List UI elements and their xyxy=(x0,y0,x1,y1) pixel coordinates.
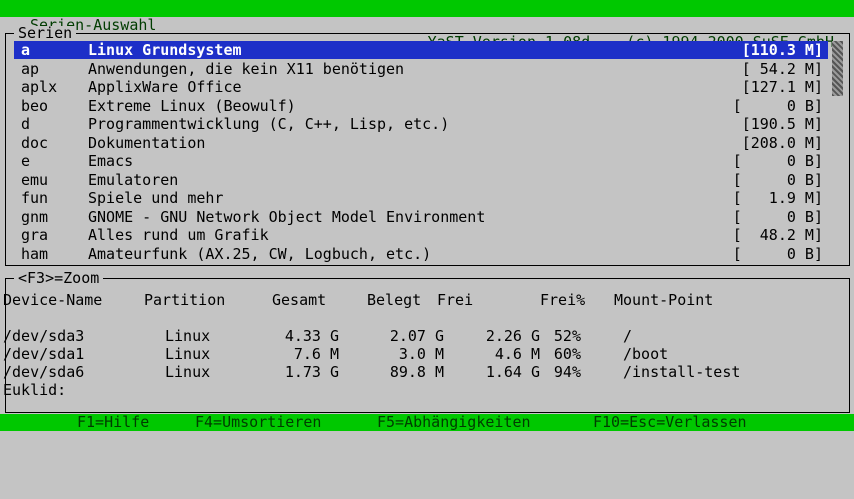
device-used: 2.07 G xyxy=(389,327,444,345)
header-mount: Mount-Point xyxy=(614,291,714,309)
device-pct: 52% xyxy=(553,327,581,345)
series-size: [208.0 M] xyxy=(741,133,823,152)
device-total: 4.33 G xyxy=(284,327,339,345)
device-mount: / xyxy=(623,327,633,345)
device-mount: /boot xyxy=(623,345,669,363)
device-partition: Linux xyxy=(165,327,211,345)
title-bar: Serien-Auswahl YaST Version 1.08d -- (c)… xyxy=(0,0,854,51)
device-row: /dev/sda1 Linux 7.6 M 3.0 M 4.6 M 60%/boot xyxy=(3,345,843,363)
series-name: Extreme Linux (Beowulf) xyxy=(88,96,296,115)
series-code: gra xyxy=(21,226,49,244)
series-name: GNOME - GNU Network Object Model Environ… xyxy=(88,207,486,226)
series-code: fun xyxy=(21,189,49,207)
series-name: Linux Grundsystem xyxy=(88,41,242,59)
header-total: Gesamt xyxy=(272,291,327,309)
series-name: Programmentwicklung (C, C++, Lisp, etc.) xyxy=(88,115,450,133)
series-row[interactable]: ap Anwendungen, die kein X11 benötigen [ 5… xyxy=(14,60,828,78)
series-row[interactable]: emu Emulatoren [ 0 B] xyxy=(14,171,828,189)
series-row[interactable]: a Linux Grundsystem [110.3 M] xyxy=(14,41,828,59)
series-code: gnm xyxy=(21,207,49,226)
function-key-bar: F1=Hilfe F4=Umsortieren F5=Abhängigkeite… xyxy=(0,414,854,431)
series-name: Emacs xyxy=(88,152,134,170)
sort-key[interactable]: F4=Umsortieren xyxy=(195,414,321,431)
series-code: ham xyxy=(21,244,49,263)
series-scrollbar[interactable] xyxy=(832,41,843,263)
series-name: Spiele und mehr xyxy=(88,189,224,207)
series-size: [ 0 B] xyxy=(732,152,823,170)
series-row[interactable]: gra Alles rund um Grafik [ 48.2 M] xyxy=(14,226,828,244)
device-row: /dev/sda6 Linux 1.73 G 89.8 M 1.64 G 94%/inst… xyxy=(3,363,843,381)
series-row[interactable]: fun Spiele und mehr [ 1.9 M] xyxy=(14,189,828,207)
header-partition: Partition xyxy=(144,291,226,309)
device-total: 1.73 G xyxy=(284,363,339,381)
series-row[interactable]: aplx ApplixWare Office [127.1 M] xyxy=(14,78,828,96)
series-size: [ 0 B] xyxy=(732,207,823,226)
series-size: [190.5 M] xyxy=(741,115,823,133)
series-name: Alles rund um Grafik xyxy=(88,226,269,244)
device-table-header: Device-Name Partition Gesamt Belegt Frei… xyxy=(3,291,713,309)
series-row[interactable]: beo Extreme Linux (Beowulf) [ 0 B] xyxy=(14,97,828,115)
series-code: a xyxy=(21,41,31,59)
series-name: Emulatoren xyxy=(88,170,179,189)
series-code: e xyxy=(21,152,31,170)
device-pct: 60% xyxy=(553,345,581,363)
series-size: [ 0 B] xyxy=(732,170,823,189)
series-name: ApplixWare Office xyxy=(88,78,242,96)
series-row[interactable]: gnm GNOME - GNU Network Object Model Envi… xyxy=(14,208,828,226)
help-key[interactable]: F1=Hilfe xyxy=(77,414,149,431)
series-frame-title: Serien xyxy=(14,26,77,41)
device-used: 89.8 M xyxy=(389,363,444,381)
header-pct: Frei% xyxy=(540,291,586,309)
exit-key[interactable]: F10=Esc=Verlassen xyxy=(593,414,747,431)
series-name: Amateurfunk (AX.25, CW, Logbuch, etc.) xyxy=(88,244,432,263)
euklid-label: Euklid: xyxy=(3,381,67,399)
device-mount: /install-test xyxy=(623,363,741,381)
header-device: Device-Name xyxy=(3,291,103,309)
device-partition: Linux xyxy=(165,345,211,363)
series-size: [ 0 B] xyxy=(732,96,823,115)
series-row[interactable]: d Programmentwicklung (C, C++, Lisp, etc.… xyxy=(14,115,828,133)
series-code: ap xyxy=(21,59,40,78)
series-code: beo xyxy=(21,96,49,115)
device-device: /dev/sda6 xyxy=(3,363,85,381)
series-name: Anwendungen, die kein X11 benötigen xyxy=(88,59,405,78)
series-code: d xyxy=(21,115,31,133)
series-row[interactable]: e Emacs [ 0 B] xyxy=(14,152,828,170)
device-device: /dev/sda3 xyxy=(3,327,85,345)
header-used: Belegt xyxy=(367,291,422,309)
scrollbar-thumb[interactable] xyxy=(832,41,843,96)
device-total: 7.6 M xyxy=(293,345,339,363)
series-size: [110.3 M] xyxy=(741,41,823,59)
header-free: Frei xyxy=(437,291,474,309)
device-device: /dev/sda1 xyxy=(3,345,85,363)
series-size: [127.1 M] xyxy=(741,78,823,96)
device-pct: 94% xyxy=(553,363,581,381)
series-size: [ 54.2 M] xyxy=(741,59,823,78)
device-used: 3.0 M xyxy=(398,345,444,363)
series-name: Dokumentation xyxy=(88,133,206,152)
series-code: aplx xyxy=(21,78,58,96)
dependencies-key[interactable]: F5=Abhängigkeiten xyxy=(377,414,531,431)
series-code: emu xyxy=(21,170,49,189)
series-code: doc xyxy=(21,133,49,152)
series-size: [ 0 B] xyxy=(732,244,823,263)
series-row[interactable]: ham Amateurfunk (AX.25, CW, Logbuch, etc.… xyxy=(14,245,828,263)
zoom-frame-title: <F3>=Zoom xyxy=(14,271,104,286)
device-row: /dev/sda3 Linux 4.33 G 2.07 G 2.26 G 52% / xyxy=(3,327,843,345)
series-row[interactable]: doc Dokumentation [208.0 M] xyxy=(14,134,828,152)
device-partition: Linux xyxy=(165,363,211,381)
series-size: [ 48.2 M] xyxy=(732,226,823,244)
series-size: [ 1.9 M] xyxy=(732,189,823,207)
